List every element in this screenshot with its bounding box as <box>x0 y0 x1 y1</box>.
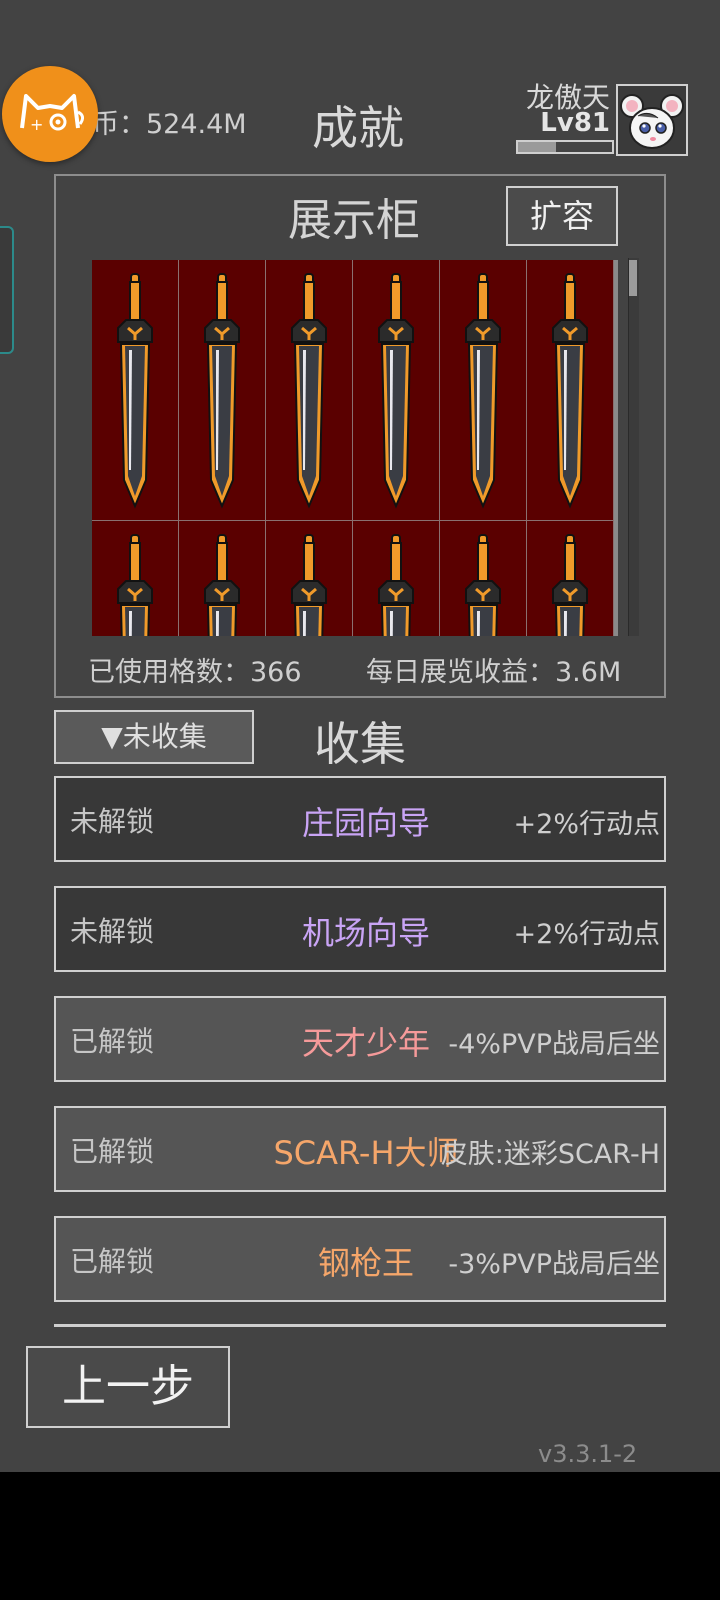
sword-icon <box>117 534 153 636</box>
achievement-name: 机场向导 <box>301 914 430 952</box>
page-title: 成就 <box>312 101 404 155</box>
svg-text:+: + <box>30 115 43 134</box>
sword-icon <box>552 273 588 509</box>
achievement-row[interactable]: 未解锁 机场向导 +2%行动点 <box>54 886 666 972</box>
achievement-name: 庄园向导 <box>301 804 430 842</box>
achievement-row[interactable]: 已解锁 天才少年 -4%PVP战局后坐 <box>54 996 666 1082</box>
achievement-status: 未解锁 <box>70 915 155 948</box>
showcase-slot[interactable] <box>266 260 353 521</box>
achievement-status: 已解锁 <box>70 1025 155 1058</box>
sword-icon <box>117 273 153 509</box>
showcase-slot[interactable] <box>353 260 440 521</box>
sword-icon <box>465 534 501 636</box>
achievement-row[interactable]: 已解锁 SCAR-H大师 皮肤:迷彩SCAR-H <box>54 1106 666 1192</box>
achievement-reward: -4%PVP战局后坐 <box>448 1029 660 1060</box>
uncollected-filter-button[interactable]: ▼未收集 <box>54 710 254 764</box>
showcase-scroll-thumb[interactable] <box>629 260 637 296</box>
bottom-bar <box>0 1472 720 1600</box>
achievement-reward: -3%PVP战局后坐 <box>448 1249 660 1280</box>
showcase-slot[interactable] <box>266 521 353 636</box>
showcase-slot[interactable] <box>179 260 266 521</box>
achievement-reward: +2%行动点 <box>513 809 660 840</box>
sword-icon <box>204 273 240 509</box>
floating-cat-button[interactable]: + <box>2 66 98 162</box>
showcase-slot[interactable] <box>92 521 179 636</box>
xp-progress-bar <box>516 140 614 154</box>
showcase-slot[interactable] <box>179 521 266 636</box>
achievement-reward: +2%行动点 <box>513 919 660 950</box>
achievement-row[interactable]: 已解锁 钢枪王 -3%PVP战局后坐 <box>54 1216 666 1302</box>
showcase-slot[interactable] <box>440 521 527 636</box>
xp-progress-fill <box>518 142 556 152</box>
sword-icon <box>291 273 327 509</box>
sword-icon <box>378 534 414 636</box>
daily-exhibit-income: 每日展览收益：3.6M <box>366 657 622 688</box>
sword-icon <box>378 273 414 509</box>
showcase-slot[interactable] <box>527 521 614 636</box>
sword-icon <box>465 273 501 509</box>
used-slots-count: 已使用格数：366 <box>88 657 302 688</box>
divider <box>54 1324 666 1327</box>
sword-icon <box>291 534 327 636</box>
achievement-status: 未解锁 <box>70 805 155 838</box>
collection-title: 收集 <box>314 717 406 771</box>
sword-icon <box>204 534 240 636</box>
showcase-slot[interactable] <box>92 260 179 521</box>
achievement-reward: 皮肤:迷彩SCAR-H <box>440 1139 660 1170</box>
showcase-slot[interactable] <box>527 260 614 521</box>
showcase-slot[interactable] <box>353 521 440 636</box>
achievement-row[interactable]: 未解锁 庄园向导 +2%行动点 <box>54 776 666 862</box>
sword-icon <box>552 534 588 636</box>
version-label: v3.3.1-2 <box>538 1440 638 1468</box>
achievement-status: 已解锁 <box>70 1135 155 1168</box>
mouse-avatar-icon <box>620 94 684 149</box>
showcase-scrollbar[interactable] <box>628 258 639 636</box>
showcase-title: 展示柜 <box>288 195 420 246</box>
avatar[interactable] <box>616 84 688 156</box>
showcase-grid[interactable] <box>92 260 618 636</box>
showcase-slot[interactable] <box>440 260 527 521</box>
expand-button[interactable]: 扩容 <box>506 186 618 246</box>
cat-logo-icon: + <box>20 94 85 134</box>
side-drawer-tab[interactable] <box>0 226 14 354</box>
player-level: Lv81 <box>540 108 610 138</box>
coin-balance: 币：524.4M <box>92 109 247 140</box>
achievement-status: 已解锁 <box>70 1245 155 1278</box>
back-button[interactable]: 上一步 <box>26 1346 230 1428</box>
